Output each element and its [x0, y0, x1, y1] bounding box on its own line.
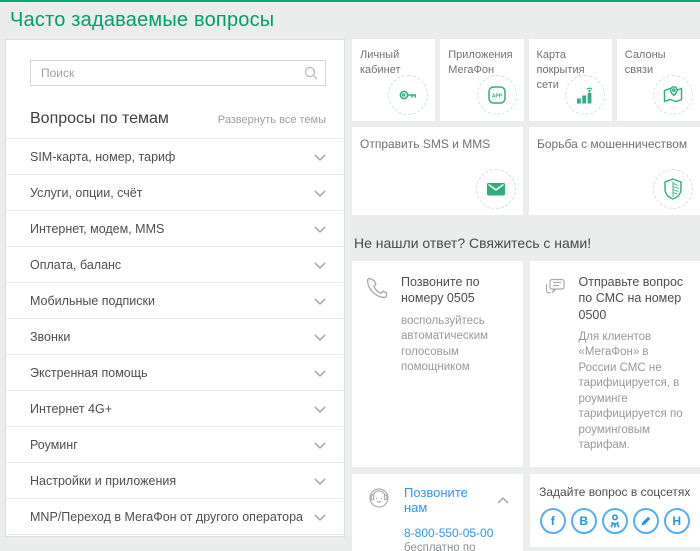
- tile-retail-stores[interactable]: Салоны связи: [617, 39, 700, 121]
- chevron-down-icon: [314, 184, 326, 202]
- odnoklassniki-icon[interactable]: [602, 508, 628, 534]
- topic-item-subscriptions[interactable]: Мобильные подписки: [6, 283, 344, 319]
- facebook-icon[interactable]: f: [540, 508, 566, 534]
- support-headset-icon: [366, 485, 392, 516]
- svg-text:APP: APP: [491, 93, 502, 99]
- topics-header: Вопросы по темам Развернуть все темы: [30, 110, 326, 128]
- sms-0500-description: Для клиентов «МегаФон» в России СМС не т…: [579, 330, 689, 454]
- topic-item-internet-modem[interactable]: Интернет, модем, MMS: [6, 211, 344, 247]
- search-icon: [304, 66, 318, 85]
- tile-anti-fraud[interactable]: Борьба с мошенничеством: [529, 127, 700, 215]
- chevron-down-icon: [314, 148, 326, 166]
- tiles-row-1: Личный кабинет Приложения МегаФон APP Ка…: [352, 39, 700, 121]
- sms-0500-card: Отправьте вопрос по СМС на номер 0500 Дл…: [530, 261, 700, 467]
- faq-topics-panel: Вопросы по темам Развернуть все темы SIM…: [5, 39, 345, 537]
- topic-item-payment[interactable]: Оплата, баланс: [6, 247, 344, 283]
- phone-note-russia: бесплатно по России: [404, 542, 509, 551]
- shield-icon: [653, 169, 693, 209]
- chevron-up-icon: [497, 491, 509, 509]
- key-icon: [388, 75, 428, 115]
- topic-item-emergency[interactable]: Экстренная помощь: [6, 355, 344, 391]
- map-pin-icon: [653, 75, 693, 115]
- topic-item-sim-card[interactable]: SIM-карта, номер, тариф: [6, 139, 344, 175]
- topic-item-services[interactable]: Услуги, опции, счёт: [6, 175, 344, 211]
- social-title: Задайте вопрос в соцсетях: [536, 485, 695, 499]
- quick-links-column: Личный кабинет Приложения МегаФон APP Ка…: [352, 39, 700, 551]
- chevron-down-icon: [314, 328, 326, 346]
- call-us-body: 8-800-550-05-00 бесплатно по России +7 9…: [352, 520, 523, 551]
- phone-handset-icon: [364, 274, 391, 306]
- contact-heading: Не нашли ответ? Свяжитесь с нами!: [354, 235, 700, 251]
- social-card: Задайте вопрос в соцсетях f B: [530, 474, 700, 547]
- page-title: Часто задаваемые вопросы: [0, 2, 700, 35]
- vkontakte-icon[interactable]: B: [571, 508, 597, 534]
- chevron-down-icon: [314, 436, 326, 454]
- topics-heading: Вопросы по темам: [30, 110, 169, 128]
- topic-item-calls[interactable]: Звонки: [6, 319, 344, 355]
- chevron-down-icon: [314, 292, 326, 310]
- call-us-title: Позвоните нам: [404, 485, 485, 515]
- sms-0500-title: Отправьте вопрос по СМС на номер 0500: [579, 274, 689, 323]
- social-icons-row: f B H: [536, 508, 695, 534]
- search-input[interactable]: [30, 60, 326, 86]
- contact-cards-row: Позвоните по номеру 0505 воспользуйтесь …: [352, 261, 700, 467]
- chevron-down-icon: [314, 256, 326, 274]
- h-network-icon[interactable]: H: [664, 508, 690, 534]
- tile-megafon-apps[interactable]: Приложения МегаФон APP: [440, 39, 523, 121]
- chevron-down-icon: [314, 364, 326, 382]
- chevron-down-icon: [314, 508, 326, 526]
- topics-list: SIM-карта, номер, тариф Услуги, опции, с…: [6, 138, 344, 535]
- chevron-down-icon: [314, 220, 326, 238]
- expand-all-link[interactable]: Развернуть все темы: [218, 114, 326, 126]
- call-0505-card: Позвоните по номеру 0505 воспользуйтесь …: [352, 261, 523, 467]
- faq-page: Часто задаваемые вопросы Вопросы по тема…: [0, 0, 700, 551]
- call-0505-description: воспользуйтесь автоматическим голосовым …: [401, 314, 511, 376]
- call-0505-title: Позвоните по номеру 0505: [401, 274, 511, 307]
- chevron-down-icon: [314, 400, 326, 418]
- topic-item-roaming[interactable]: Роуминг: [6, 427, 344, 463]
- topic-item-internet-4g[interactable]: Интернет 4G+: [6, 391, 344, 427]
- call-us-card: Позвоните нам 8-800-550-05-00 бесплатно …: [352, 474, 523, 551]
- chevron-down-icon: [314, 472, 326, 490]
- sms-bubbles-icon: [542, 274, 569, 306]
- signal-bars-icon: [565, 75, 605, 115]
- app-icon: APP: [477, 75, 517, 115]
- tile-coverage-map[interactable]: Карта покрытия сети: [529, 39, 612, 121]
- topic-item-settings-apps[interactable]: Настройки и приложения: [6, 463, 344, 499]
- pencil-write-icon[interactable]: [633, 508, 659, 534]
- topic-item-mnp[interactable]: MNP/Переход в МегаФон от другого операто…: [6, 499, 344, 535]
- phone-number-russia[interactable]: 8-800-550-05-00: [404, 526, 509, 540]
- tile-send-sms-mms[interactable]: Отправить SMS и MMS: [352, 127, 523, 215]
- tiles-row-2: Отправить SMS и MMS Борьба с мошенничест…: [352, 127, 700, 215]
- main-layout: Вопросы по темам Развернуть все темы SIM…: [0, 39, 700, 551]
- tile-personal-account[interactable]: Личный кабинет: [352, 39, 435, 121]
- contact-bottom-row: Позвоните нам 8-800-550-05-00 бесплатно …: [352, 474, 700, 551]
- envelope-icon: [476, 169, 516, 209]
- call-us-toggle[interactable]: Позвоните нам: [352, 474, 523, 520]
- search-box: [30, 60, 326, 86]
